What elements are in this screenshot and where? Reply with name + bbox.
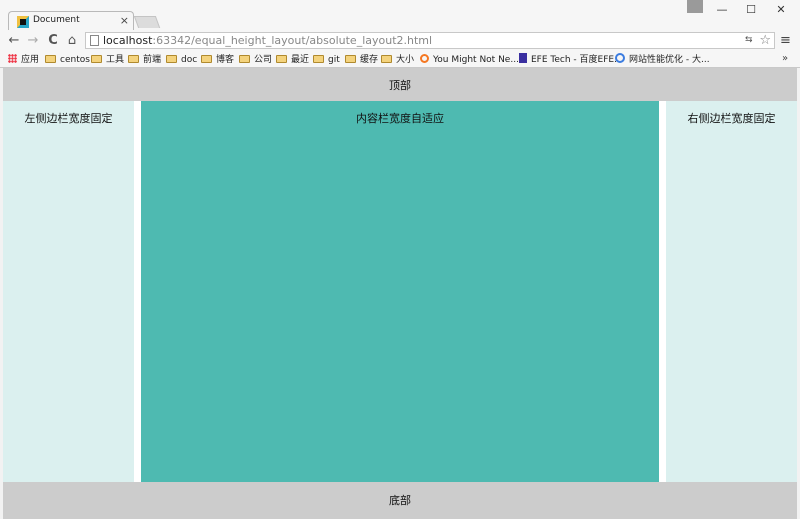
bookmark-label: 前端 (143, 55, 162, 65)
folder-icon (381, 55, 392, 63)
left-sidebar-text: 左侧边栏宽度固定 (24, 112, 113, 125)
bookmark-label: 最近 (291, 55, 310, 65)
apps-grid-icon (8, 54, 17, 63)
home-icon[interactable]: ⌂ (64, 33, 80, 49)
bookmark-efe-tech[interactable]: EFE Tech - 百度EFE... (519, 53, 623, 67)
bookmark-label: 应用 (21, 55, 40, 65)
bookmark-label: 大小 (396, 55, 415, 65)
bookmark-apps[interactable]: 应用 (8, 53, 39, 67)
forward-icon[interactable]: → (25, 33, 41, 49)
folder-icon (166, 55, 177, 63)
bookmark-performance[interactable]: 网站性能优化 - 大... (615, 53, 710, 67)
browser-toolbar: ← → C ⌂ localhost:63342/equal_height_lay… (0, 30, 800, 52)
bookmark-you-might-not-need[interactable]: You Might Not Ne... (420, 53, 519, 67)
footer-text: 底部 (389, 494, 411, 507)
bookmark-size[interactable]: 大小 (381, 53, 414, 67)
url-text[interactable]: localhost:63342/equal_height_layout/abso… (103, 33, 432, 48)
bookmark-label: You Might Not Ne... (433, 55, 519, 65)
bookmark-label: 公司 (254, 55, 273, 65)
bookmark-cache[interactable]: 缓存 (345, 53, 378, 67)
page-header: 顶部 (3, 68, 797, 101)
tab-title: Document (33, 15, 80, 25)
bookmark-label: 网站性能优化 - 大... (629, 55, 710, 65)
bookmarks-overflow-icon[interactable]: » (782, 52, 788, 66)
url-path: :63342/equal_height_layout/absolute_layo… (152, 34, 433, 47)
reload-icon[interactable]: C (45, 33, 61, 49)
folder-icon (313, 55, 324, 63)
bookmark-git[interactable]: git (313, 53, 340, 67)
bookmark-tools[interactable]: 工具 (91, 53, 124, 67)
bookmark-frontend[interactable]: 前端 (128, 53, 161, 67)
bookmark-doc[interactable]: doc (166, 53, 197, 67)
tab-document[interactable]: Document × (8, 11, 134, 31)
url-host: localhost (103, 34, 153, 47)
bookmark-company[interactable]: 公司 (239, 53, 272, 67)
browser-window: Document × — ☐ ✕ ← → C ⌂ localhost:63342… (0, 0, 800, 519)
bookmark-centos[interactable]: centos (45, 53, 90, 67)
header-text: 顶部 (389, 79, 411, 92)
hubspot-icon (420, 54, 429, 63)
main-content: 内容栏宽度自适应 (141, 101, 659, 482)
right-sidebar: 右侧边栏宽度固定 (666, 101, 797, 482)
left-sidebar: 左侧边栏宽度固定 (3, 101, 134, 482)
translate-icon[interactable]: ⇆ (745, 35, 756, 46)
folder-icon (345, 55, 356, 63)
folder-icon (128, 55, 139, 63)
perf-icon (615, 53, 625, 63)
close-window-button[interactable]: ✕ (771, 3, 791, 17)
back-icon[interactable]: ← (6, 33, 22, 49)
bookmark-star-icon[interactable]: ☆ (759, 33, 771, 48)
title-bar: Document × — ☐ ✕ (0, 0, 800, 31)
folder-icon (276, 55, 287, 63)
folder-icon (91, 55, 102, 63)
bookmark-label: 博客 (216, 55, 235, 65)
bookmark-blog[interactable]: 博客 (201, 53, 234, 67)
folder-icon (239, 55, 250, 63)
main-content-text: 内容栏宽度自适应 (356, 112, 444, 125)
bookmarks-bar: 应用 centos 工具 前端 doc 博客 公司 最近 git 缓存 大小 Y… (0, 52, 800, 68)
folder-icon (201, 55, 212, 63)
profile-icon[interactable] (687, 0, 703, 13)
bookmark-recent[interactable]: 最近 (276, 53, 309, 67)
minimize-button[interactable]: — (712, 3, 732, 17)
page-icon (90, 35, 99, 46)
maximize-button[interactable]: ☐ (741, 3, 761, 17)
address-bar[interactable]: localhost:63342/equal_height_layout/abso… (85, 32, 775, 49)
bookmark-label: 缓存 (360, 55, 379, 65)
new-tab-button[interactable] (133, 16, 161, 28)
efe-icon (519, 53, 527, 63)
bookmark-label: centos (60, 55, 90, 65)
bookmark-label: 工具 (106, 55, 125, 65)
bookmark-label: EFE Tech - 百度EFE... (531, 55, 623, 65)
folder-icon (45, 55, 56, 63)
webstorm-icon (17, 16, 29, 28)
page-footer: 底部 (3, 482, 797, 519)
menu-icon[interactable]: ≡ (780, 34, 792, 48)
page-viewport: 顶部 左侧边栏宽度固定 内容栏宽度自适应 右侧边栏宽度固定 底部 (3, 68, 797, 519)
right-sidebar-text: 右侧边栏宽度固定 (687, 112, 776, 125)
bookmark-label: git (328, 55, 340, 65)
bookmark-label: doc (181, 55, 198, 65)
tab-close-icon[interactable]: × (120, 14, 129, 28)
